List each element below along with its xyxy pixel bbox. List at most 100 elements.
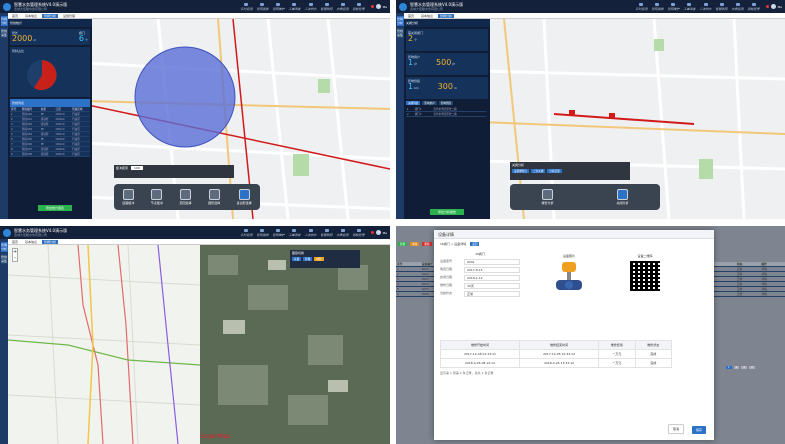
nav-item[interactable]: 工单派发 (288, 228, 301, 237)
nav-item[interactable]: 二次供水 (700, 2, 712, 11)
valve-marker[interactable] (609, 113, 615, 118)
nav-item[interactable]: 二次供水 (305, 2, 317, 11)
table-row: 2017-12-28 01:33:11 2017-12-28 12:33:12 一万… (439, 349, 673, 359)
layer-vector-button[interactable]: 矢量 (292, 257, 302, 261)
tab-analysis[interactable]: 管网分析 (438, 13, 455, 18)
cancel-button[interactable]: 取消 (667, 424, 684, 434)
nav-icon (655, 2, 660, 6)
buffer-circle[interactable] (134, 46, 236, 148)
nav-icon (639, 2, 644, 6)
range-select-tool[interactable]: 范围选择 (179, 189, 191, 205)
tab-info[interactable]: 基本信息 (419, 14, 435, 18)
result-button[interactable]: 分析结果 (547, 169, 562, 173)
polygon-select-tool[interactable]: 多边形选择 (237, 189, 252, 205)
bg-add-button: 新增 (398, 242, 408, 246)
nav-item[interactable]: 管网漏损 (256, 2, 268, 11)
nav-item[interactable]: 水质监测 (337, 2, 349, 11)
nav-item[interactable]: 管网维护 (667, 2, 679, 11)
burst-analysis-tool[interactable]: 爆管分析 (541, 189, 554, 205)
nav-item[interactable]: 工单派发 (683, 2, 696, 11)
layer-image-button[interactable]: 影像 (303, 257, 313, 261)
bell-icon[interactable] (370, 5, 374, 8)
app-logo-icon (3, 228, 11, 237)
burst-point-button[interactable]: 设置爆管点 (512, 169, 529, 173)
nav-item[interactable]: 巡检管理 (353, 228, 365, 237)
tab-facility[interactable]: 设施管理 (61, 14, 77, 18)
export-report-button[interactable]: 导出统计报表 (38, 205, 72, 211)
avatar (375, 4, 381, 9)
nav-item[interactable]: 管网漏损 (651, 2, 663, 11)
tab-segments[interactable]: 影响管段 (438, 101, 454, 105)
return-button[interactable]: 返回 (470, 242, 480, 246)
circle-select-tool[interactable]: 圆形选择 (208, 189, 220, 205)
nav-icon (703, 2, 708, 6)
valve-icon (616, 189, 628, 200)
user-menu[interactable]: Ma (370, 4, 387, 9)
tab-home[interactable]: 首页 (406, 14, 416, 18)
sidebar-item-capture[interactable]: 管线采集 (0, 28, 8, 38)
valve-marker[interactable] (569, 110, 575, 115)
sidebar-item-analysis[interactable]: 管网分析 (0, 16, 8, 26)
map-canvas[interactable] (7, 244, 390, 444)
sidebar-item-analysis[interactable]: 管网分析 (0, 242, 8, 252)
zoom-out-button[interactable]: - (13, 255, 17, 261)
sidebar-item-analysis[interactable]: 管网分析 (396, 16, 404, 26)
tab-home[interactable]: 首页 (10, 14, 20, 18)
app-subtitle: 宽城大佳瞻水务有限公司 (14, 6, 48, 11)
table-header: 维修开始时间 维修结束时间 维修费用 维修状态 (439, 340, 673, 350)
tab-users[interactable]: 影响用户 (422, 101, 437, 105)
layer-title: 图层切换 (292, 251, 305, 255)
layer-terrain-button[interactable]: 地形 (314, 257, 324, 261)
nav-item[interactable]: 管网维护 (272, 2, 284, 11)
valve-analysis-tool[interactable]: 关阀分析 (616, 189, 629, 205)
valve-table: 1 阀门1 宝鸡市渭滨区经二路 2 阀门2 宝鸡市渭滨区经二路 (406, 107, 486, 117)
stat-card: 管长 2000 m 阀门 6 个 (10, 29, 90, 45)
table-row[interactable]: 9 管段008 铸铁管 DN110 行政区 (10, 151, 90, 157)
breadcrumb: 16阀门 > 设备详情 (440, 242, 467, 246)
nav-item[interactable]: 智慧热网 (321, 228, 333, 237)
road-buffer-tool[interactable]: 道路缓冲 (122, 189, 134, 205)
nav-item[interactable]: 智慧热网 (716, 2, 728, 11)
modal-title: 设备详情 (434, 230, 714, 239)
nav-item[interactable]: 巡检管理 (748, 2, 760, 11)
vector-map[interactable] (8, 245, 200, 444)
sidebar: 管网分析 管线采集 (396, 13, 404, 219)
radius-input[interactable]: 100 (130, 166, 143, 170)
nav-item[interactable]: 管网漏损 (256, 228, 268, 237)
export-report-button[interactable]: 导出分析报告 (430, 209, 464, 215)
nav-item[interactable]: 实时监测 (635, 2, 647, 11)
nav-icon (751, 2, 756, 6)
tab-valve-list[interactable]: 关阀列表 (406, 101, 421, 105)
device-fields: 16阀门 设备型号 0001 购置日期 2017-8-15 启用日期 2018-1-12 维… (440, 252, 520, 299)
nav-item[interactable]: 管网维护 (272, 228, 284, 237)
bell-icon[interactable] (370, 231, 374, 234)
nav-item[interactable]: 水质监测 (732, 2, 744, 11)
nav-item[interactable]: 二次供水 (305, 228, 317, 237)
nav-icon (260, 228, 265, 232)
user-menu[interactable]: Ma (370, 230, 387, 235)
table-row[interactable]: 2 阀门2 宝鸡市渭滨区经二路 (406, 111, 486, 117)
nav-item[interactable]: 巡检管理 (353, 2, 365, 11)
nav-item[interactable]: 实时监测 (240, 228, 252, 237)
nav-item[interactable]: 工单派发 (288, 2, 301, 11)
save-button[interactable]: 保存 (691, 426, 706, 434)
sidebar-item-capture[interactable]: 管线采集 (0, 254, 8, 264)
tab-info[interactable]: 基本信息 (23, 240, 39, 244)
split-map[interactable] (7, 244, 390, 444)
stat-value: 1 (408, 58, 414, 67)
tab-analysis[interactable]: 管网分析 (42, 13, 59, 18)
nav-item[interactable]: 水质监测 (337, 228, 349, 237)
tab-home[interactable]: 首页 (10, 240, 20, 244)
user-menu[interactable]: Ma (765, 4, 782, 9)
tab-info[interactable]: 基本信息 (23, 14, 39, 18)
tab-analysis[interactable]: 管网分析 (42, 239, 59, 244)
nav-item[interactable]: 实时监测 (240, 2, 252, 11)
nav-item[interactable]: 智慧热网 (321, 2, 333, 11)
node-buffer-tool[interactable]: 节点缓冲 (151, 189, 163, 205)
app-title: 智慧水务管理系统V4.0演示版 (410, 1, 464, 7)
sidebar-item-capture[interactable]: 管线采集 (396, 28, 404, 38)
bell-icon[interactable] (765, 5, 769, 8)
nav-icon (687, 2, 692, 6)
device-detail-screen: 新增 修改 删除 序号设备编号设备名称型号购置日期启用日期生产厂家维修日期状态操… (396, 226, 785, 444)
second-valve-button[interactable]: 二次关阀 (530, 169, 546, 173)
